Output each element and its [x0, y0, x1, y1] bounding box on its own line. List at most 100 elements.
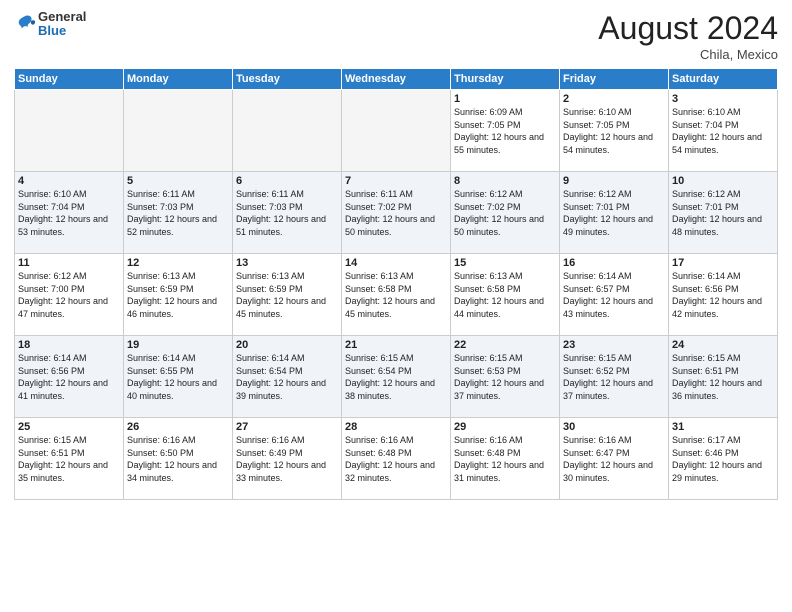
table-row: 30 Sunrise: 6:16 AM Sunset: 6:47 PM Dayl…	[560, 418, 669, 500]
day-number: 4	[18, 175, 120, 187]
day-number: 8	[454, 175, 556, 187]
sunset-label: Sunset: 7:04 PM	[18, 202, 85, 212]
day-number: 26	[127, 421, 229, 433]
sunset-label: Sunset: 7:03 PM	[236, 202, 303, 212]
table-row: 6 Sunrise: 6:11 AM Sunset: 7:03 PM Dayli…	[233, 172, 342, 254]
sunrise-label: Sunrise: 6:12 AM	[672, 189, 741, 199]
table-row: 18 Sunrise: 6:14 AM Sunset: 6:56 PM Dayl…	[15, 336, 124, 418]
calendar-week-row: 25 Sunrise: 6:15 AM Sunset: 6:51 PM Dayl…	[15, 418, 778, 500]
day-info: Sunrise: 6:12 AM Sunset: 7:02 PM Dayligh…	[454, 188, 556, 238]
sunrise-label: Sunrise: 6:15 AM	[18, 435, 87, 445]
sunset-label: Sunset: 7:04 PM	[672, 120, 739, 130]
title-block: August 2024 Chila, Mexico	[598, 10, 778, 62]
daylight-label: Daylight: 12 hours and 34 minutes.	[127, 460, 217, 483]
table-row: 24 Sunrise: 6:15 AM Sunset: 6:51 PM Dayl…	[669, 336, 778, 418]
day-info: Sunrise: 6:16 AM Sunset: 6:49 PM Dayligh…	[236, 434, 338, 484]
sunset-label: Sunset: 6:49 PM	[236, 448, 303, 458]
day-number: 28	[345, 421, 447, 433]
daylight-label: Daylight: 12 hours and 40 minutes.	[127, 378, 217, 401]
sunrise-label: Sunrise: 6:10 AM	[672, 107, 741, 117]
sunrise-label: Sunrise: 6:12 AM	[563, 189, 632, 199]
day-number: 30	[563, 421, 665, 433]
table-row: 29 Sunrise: 6:16 AM Sunset: 6:48 PM Dayl…	[451, 418, 560, 500]
day-info: Sunrise: 6:10 AM Sunset: 7:04 PM Dayligh…	[18, 188, 120, 238]
table-row: 27 Sunrise: 6:16 AM Sunset: 6:49 PM Dayl…	[233, 418, 342, 500]
day-info: Sunrise: 6:14 AM Sunset: 6:57 PM Dayligh…	[563, 270, 665, 320]
daylight-label: Daylight: 12 hours and 51 minutes.	[236, 214, 326, 237]
daylight-label: Daylight: 12 hours and 54 minutes.	[672, 132, 762, 155]
daylight-label: Daylight: 12 hours and 47 minutes.	[18, 296, 108, 319]
daylight-label: Daylight: 12 hours and 54 minutes.	[563, 132, 653, 155]
table-row: 10 Sunrise: 6:12 AM Sunset: 7:01 PM Dayl…	[669, 172, 778, 254]
day-number: 24	[672, 339, 774, 351]
sunset-label: Sunset: 6:57 PM	[563, 284, 630, 294]
col-friday: Friday	[560, 69, 669, 90]
table-row: 31 Sunrise: 6:17 AM Sunset: 6:46 PM Dayl…	[669, 418, 778, 500]
sunrise-label: Sunrise: 6:10 AM	[563, 107, 632, 117]
table-row: 7 Sunrise: 6:11 AM Sunset: 7:02 PM Dayli…	[342, 172, 451, 254]
sunrise-label: Sunrise: 6:17 AM	[672, 435, 741, 445]
sunset-label: Sunset: 7:05 PM	[454, 120, 521, 130]
calendar-week-row: 4 Sunrise: 6:10 AM Sunset: 7:04 PM Dayli…	[15, 172, 778, 254]
day-number: 7	[345, 175, 447, 187]
sunset-label: Sunset: 7:03 PM	[127, 202, 194, 212]
daylight-label: Daylight: 12 hours and 39 minutes.	[236, 378, 326, 401]
day-number: 31	[672, 421, 774, 433]
daylight-label: Daylight: 12 hours and 35 minutes.	[18, 460, 108, 483]
day-info: Sunrise: 6:14 AM Sunset: 6:55 PM Dayligh…	[127, 352, 229, 402]
col-monday: Monday	[124, 69, 233, 90]
day-number: 21	[345, 339, 447, 351]
table-row: 28 Sunrise: 6:16 AM Sunset: 6:48 PM Dayl…	[342, 418, 451, 500]
calendar-header-row: Sunday Monday Tuesday Wednesday Thursday…	[15, 69, 778, 90]
day-number: 1	[454, 93, 556, 105]
sunset-label: Sunset: 7:02 PM	[454, 202, 521, 212]
table-row: 26 Sunrise: 6:16 AM Sunset: 6:50 PM Dayl…	[124, 418, 233, 500]
day-number: 12	[127, 257, 229, 269]
day-info: Sunrise: 6:15 AM Sunset: 6:51 PM Dayligh…	[18, 434, 120, 484]
day-info: Sunrise: 6:16 AM Sunset: 6:47 PM Dayligh…	[563, 434, 665, 484]
table-row: 8 Sunrise: 6:12 AM Sunset: 7:02 PM Dayli…	[451, 172, 560, 254]
table-row: 19 Sunrise: 6:14 AM Sunset: 6:55 PM Dayl…	[124, 336, 233, 418]
table-row: 17 Sunrise: 6:14 AM Sunset: 6:56 PM Dayl…	[669, 254, 778, 336]
daylight-label: Daylight: 12 hours and 45 minutes.	[236, 296, 326, 319]
day-info: Sunrise: 6:17 AM Sunset: 6:46 PM Dayligh…	[672, 434, 774, 484]
sunrise-label: Sunrise: 6:14 AM	[127, 353, 196, 363]
day-number: 5	[127, 175, 229, 187]
sunset-label: Sunset: 6:58 PM	[454, 284, 521, 294]
day-number: 14	[345, 257, 447, 269]
daylight-label: Daylight: 12 hours and 50 minutes.	[454, 214, 544, 237]
table-row: 11 Sunrise: 6:12 AM Sunset: 7:00 PM Dayl…	[15, 254, 124, 336]
daylight-label: Daylight: 12 hours and 37 minutes.	[454, 378, 544, 401]
daylight-label: Daylight: 12 hours and 50 minutes.	[345, 214, 435, 237]
day-info: Sunrise: 6:13 AM Sunset: 6:58 PM Dayligh…	[454, 270, 556, 320]
sunset-label: Sunset: 6:56 PM	[18, 366, 85, 376]
logo-general: General	[38, 10, 86, 24]
calendar-week-row: 1 Sunrise: 6:09 AM Sunset: 7:05 PM Dayli…	[15, 90, 778, 172]
table-row: 25 Sunrise: 6:15 AM Sunset: 6:51 PM Dayl…	[15, 418, 124, 500]
day-number: 18	[18, 339, 120, 351]
daylight-label: Daylight: 12 hours and 45 minutes.	[345, 296, 435, 319]
day-number: 20	[236, 339, 338, 351]
day-info: Sunrise: 6:12 AM Sunset: 7:01 PM Dayligh…	[563, 188, 665, 238]
daylight-label: Daylight: 12 hours and 33 minutes.	[236, 460, 326, 483]
day-info: Sunrise: 6:14 AM Sunset: 6:56 PM Dayligh…	[18, 352, 120, 402]
sunset-label: Sunset: 7:05 PM	[563, 120, 630, 130]
table-row: 9 Sunrise: 6:12 AM Sunset: 7:01 PM Dayli…	[560, 172, 669, 254]
sunrise-label: Sunrise: 6:11 AM	[345, 189, 413, 199]
logo-blue: Blue	[38, 24, 86, 38]
sunrise-label: Sunrise: 6:14 AM	[236, 353, 305, 363]
col-saturday: Saturday	[669, 69, 778, 90]
day-info: Sunrise: 6:14 AM Sunset: 6:56 PM Dayligh…	[672, 270, 774, 320]
day-number: 16	[563, 257, 665, 269]
day-info: Sunrise: 6:13 AM Sunset: 6:59 PM Dayligh…	[127, 270, 229, 320]
table-row: 13 Sunrise: 6:13 AM Sunset: 6:59 PM Dayl…	[233, 254, 342, 336]
day-number: 25	[18, 421, 120, 433]
calendar-table: Sunday Monday Tuesday Wednesday Thursday…	[14, 68, 778, 500]
table-row: 4 Sunrise: 6:10 AM Sunset: 7:04 PM Dayli…	[15, 172, 124, 254]
sunset-label: Sunset: 6:59 PM	[127, 284, 194, 294]
day-number: 3	[672, 93, 774, 105]
day-info: Sunrise: 6:16 AM Sunset: 6:48 PM Dayligh…	[454, 434, 556, 484]
table-row: 1 Sunrise: 6:09 AM Sunset: 7:05 PM Dayli…	[451, 90, 560, 172]
day-info: Sunrise: 6:15 AM Sunset: 6:51 PM Dayligh…	[672, 352, 774, 402]
logo-bird-icon	[14, 13, 36, 35]
